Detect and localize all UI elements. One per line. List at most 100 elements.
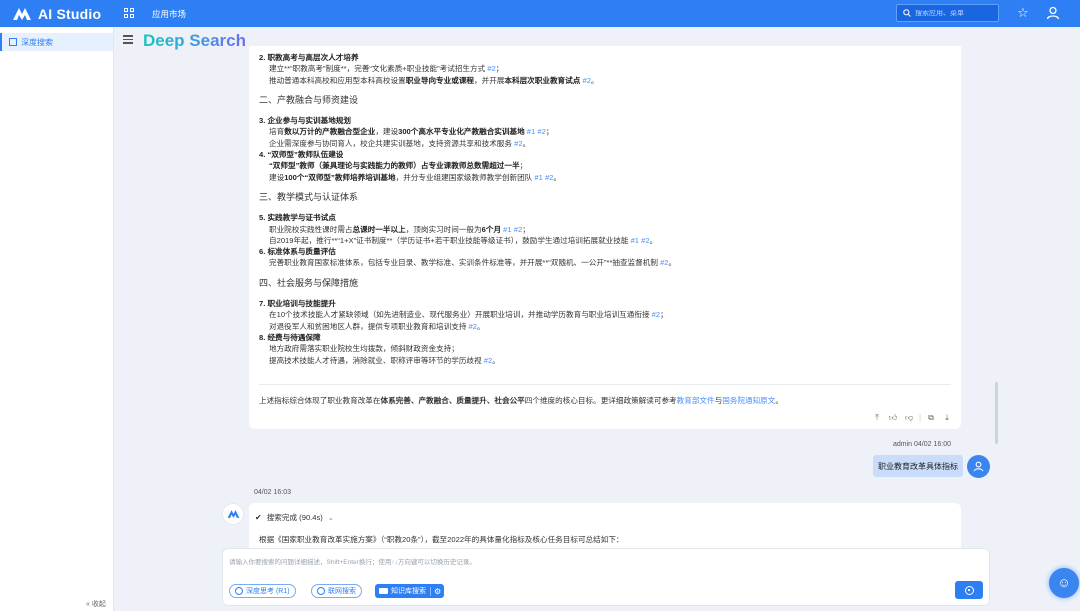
global-search[interactable] (896, 4, 999, 22)
doc-link[interactable]: 国务院通知原文 (722, 396, 775, 405)
collapse-label: 收起 (91, 601, 106, 608)
doc-link[interactable]: 教育部文件 (677, 396, 715, 405)
user-icon[interactable] (1046, 6, 1060, 20)
assistant-message-time: 04/02 16:03 (254, 489, 291, 496)
copy-icon[interactable]: ⧉ (923, 413, 939, 423)
stop-icon (964, 585, 974, 595)
gear-icon[interactable]: ⚙ (430, 586, 441, 596)
list-title: 标准体系与质量评估 (267, 247, 336, 257)
citation-link[interactable]: #2 (641, 236, 649, 245)
web-search-toggle[interactable]: 联网搜索 (311, 584, 362, 598)
thumbs-down-icon[interactable]: 👎︎ (901, 413, 917, 423)
list-item-line: 建立**“职教高考”制度**，完善“文化素质+职业技能”考试招生方式 #2； (259, 63, 949, 74)
text: 地方政府需落实职业院校生均拨款，倾斜财政资金支持； (269, 344, 459, 354)
assistant-message-card-2: ✔ 搜索完成 (90.4s) ⌄ 根据《国家职业教育改革实施方案》（“职教20条… (249, 503, 961, 548)
citation-link[interactable]: #2 (652, 310, 660, 319)
citation-link[interactable]: #2 (660, 258, 668, 267)
text: 四个维度的核心目标。更详细政策解读可参考 (524, 396, 677, 405)
text: ，建设 (375, 127, 399, 137)
apps-grid-icon[interactable] (124, 8, 135, 19)
deep-think-toggle[interactable]: 深度思考 (R1) (229, 584, 296, 598)
list-item-line: 建设100个“双师型”教师培养培训基地，并分专业组建国家级教师教学创新团队 #1… (259, 172, 949, 183)
sidebar-item-deep-search[interactable]: 深度搜索 (0, 33, 113, 51)
citation-link[interactable]: #2 (514, 225, 522, 234)
list-item-title: 8. 经费与待遇保障 (259, 332, 949, 343)
web-search-label: 联网搜索 (328, 588, 356, 595)
list-item-line: 地方政府需落实职业院校生均拨款，倾斜财政资金支持； (259, 343, 949, 354)
list-title: “双师型”教师队伍建设 (267, 150, 344, 160)
list-item-line: 自2019年起，推行**“1+X”证书制度**（学历证书+若干职业技能等级证书）… (259, 235, 949, 246)
star-icon[interactable]: ☆ (1016, 6, 1030, 20)
citation-link[interactable]: #2 (469, 322, 477, 331)
chat-input[interactable] (229, 556, 949, 570)
list-item-title: 4. “双师型”教师队伍建设 (259, 149, 949, 160)
citation-link[interactable]: #2 (582, 76, 590, 85)
citation-link[interactable]: #1 (631, 236, 639, 245)
list-item-title: 3. 企业参与与实训基地规划 (259, 115, 949, 126)
list-title: 企业参与与实训基地规划 (267, 116, 351, 126)
text: ； (545, 127, 554, 137)
thumbs-up-icon[interactable]: 👍︎ (885, 413, 901, 423)
bold-text: 300个高水平专业化产教融合实训基地 (398, 127, 525, 137)
text: 建设 (269, 172, 285, 182)
chat-scrollbar[interactable] (995, 382, 998, 444)
user-icon (973, 461, 984, 472)
section-heading: 二、产教融合与师资建设 (259, 94, 359, 105)
app-logo[interactable]: AI Studio (12, 6, 124, 22)
bold-text: 总课时一半以上 (352, 224, 406, 234)
text: 。 (649, 235, 658, 245)
text: 企业需深度参与协同育人，校企共建实训基地，支持资源共享和技术服务 (269, 138, 515, 148)
global-search-input[interactable] (915, 9, 995, 17)
message-actions: ⤒ 👍︎ 👎︎ | ⧉ ⤓ (869, 413, 955, 423)
list-title: 职业培训与技能提升 (267, 299, 336, 309)
deep-think-label: 深度思考 (R1) (246, 588, 290, 595)
text: 。 (553, 172, 561, 182)
bold-text: 职业导向专业或课程 (405, 75, 475, 85)
citation-link[interactable]: #1 (527, 127, 535, 136)
pin-top-icon[interactable]: ⤒ (869, 413, 885, 423)
page-title: Deep Search (143, 31, 246, 50)
list-item-line: 对退役军人和贫困地区人群，提供专项职业教育和培训支持 #2。 (259, 321, 949, 332)
text: 上述指标综合体现了职业教育改革在 (259, 396, 381, 405)
user-message-meta: admin 04/02 16:00 (893, 441, 951, 448)
answer-intro: 根据《国家职业教育改革实施方案》（“职教20条”），截至2022年的具体量化指标… (259, 535, 624, 544)
answer-summary: 上述指标综合体现了职业教育改革在体系完善、产教融合、质量提升、社会公平四个维度的… (259, 395, 783, 406)
sidebar-collapse-button[interactable]: « 收起 (86, 599, 106, 609)
download-icon[interactable]: ⤓ (939, 413, 955, 423)
text: 完善职业教育国家标准体系，包括专业目录、教学标准、实训条件标准等，并开展**“双… (269, 258, 661, 268)
divider (259, 384, 951, 385)
send-button[interactable] (955, 581, 983, 599)
text: 对退役军人和贫困地区人群，提供专项职业教育和培训支持 (269, 321, 469, 331)
list-item-title: 2. 职教高考与高层次人才培养 (259, 52, 949, 63)
check-icon: ✔ (255, 513, 262, 522)
text: ，并开展 (474, 75, 505, 85)
citation-link[interactable]: #2 (484, 356, 492, 365)
ai-logo-icon (227, 510, 239, 518)
bold-text: 6个月 (481, 224, 502, 234)
globe-icon (317, 587, 325, 595)
kb-search-toggle[interactable]: 知识库搜索 ⚙ (375, 584, 445, 598)
citation-link[interactable]: #2 (514, 139, 522, 148)
list-item-line: 完善职业教育国家标准体系，包括专业目录、教学标准、实训条件标准等，并开展**“双… (259, 257, 949, 268)
list-item-line: 职业院校实践性课时需占总课时一半以上，顶岗实习时间一般为6个月 #1 #2； (259, 224, 949, 235)
nav-app-market[interactable]: 应用市场 (152, 8, 186, 20)
citation-link[interactable]: #2 (487, 64, 495, 73)
citation-link[interactable]: #1 (503, 225, 511, 234)
list-title: 经费与待遇保障 (267, 332, 321, 342)
text: 。 (477, 321, 485, 331)
search-status-toggle[interactable]: ✔ 搜索完成 (90.4s) ⌄ (255, 512, 334, 523)
list-title: 实践教学与证书试点 (267, 213, 336, 223)
list-item-title: 6. 标准体系与质量评估 (259, 246, 949, 257)
assistant-float-button[interactable]: ☺ (1049, 568, 1079, 598)
sidebar-item-label: 深度搜索 (21, 37, 53, 47)
kb-search-label: 知识库搜索 (391, 588, 426, 595)
section-heading: 四、社会服务与保障措施 (259, 277, 359, 288)
menu-icon[interactable] (123, 35, 133, 46)
list-item-title: 7. 职业培训与技能提升 (259, 298, 949, 309)
citation-link[interactable]: #1 (534, 173, 542, 182)
citation-link[interactable]: #2 (537, 127, 545, 136)
text: 推动普通本科高校和应用型本科高校设置 (269, 75, 406, 85)
text: 职业院校实践性课时需占 (269, 224, 353, 234)
text: 。 (590, 75, 599, 85)
list-item-line: 在10个技术技能人才紧缺领域（如先进制造业、现代服务业）开展职业培训，并推动学历… (259, 309, 949, 320)
